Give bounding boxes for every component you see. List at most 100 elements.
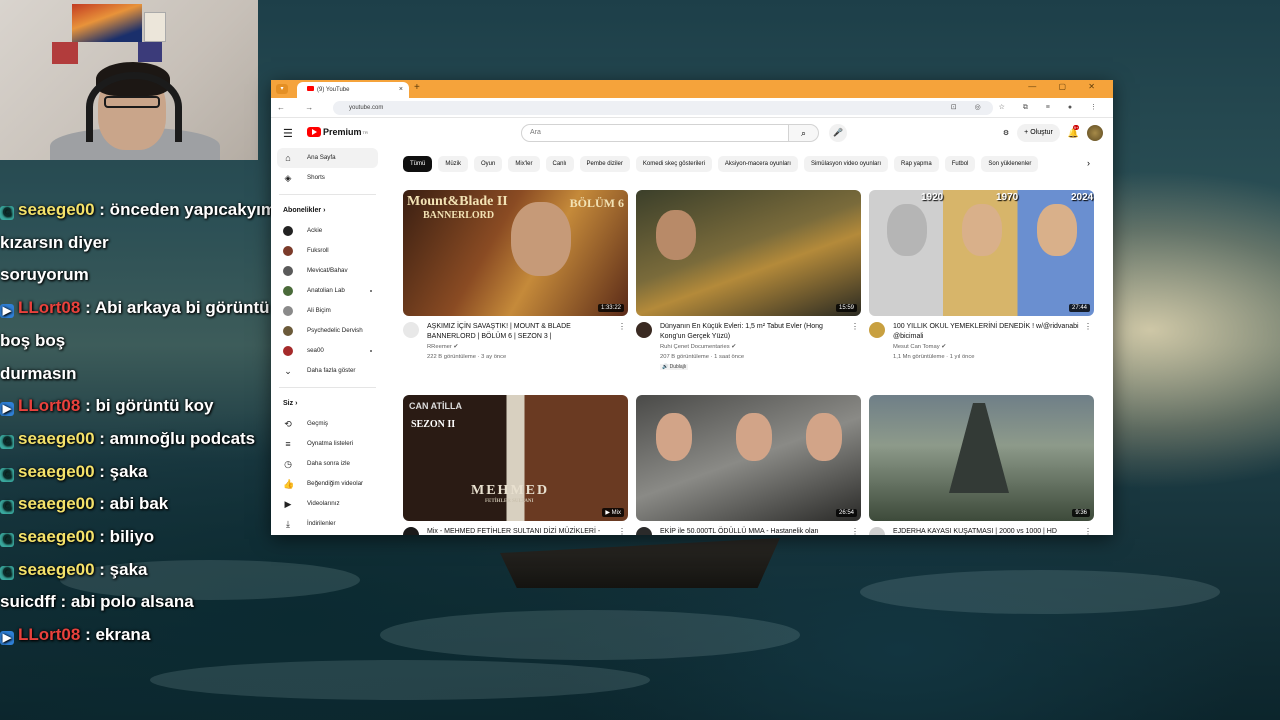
create-button[interactable]: + Oluştur [1017,124,1060,142]
video-meta: 100 YILLIK OKUL YEMEKLERİNİ DENEDİK ! w/… [869,322,1094,372]
window-controls[interactable]: — ▢ ✕ [1028,82,1105,91]
filter-chip[interactable]: Futbol [944,156,976,172]
video-card[interactable]: Mount&Blade II BANNERLORD BÖLÜM 6 1:33:22 AŞ… [403,190,628,372]
thumbnail-figure [962,204,1002,256]
sidebar-item-you[interactable]: ▶ Videolarınız [271,494,384,514]
youtube-logo[interactable]: Premium TR [307,127,368,137]
tab-youtube[interactable]: (9) YouTube × [297,82,409,98]
sidebar-item-subscription[interactable]: Anatolian Lab [271,281,384,301]
filter-chip[interactable]: Aksiyon-macera oyunları [717,156,798,172]
chat-username: seaege00 [18,494,95,514]
cast-icon[interactable]: ⚙ [1003,129,1009,137]
filter-chip[interactable]: Oyun [474,156,503,172]
video-stats: 207 B görüntüleme · 1 saat önce [660,354,745,360]
sidebar-item-subscription[interactable]: sea00 [271,341,384,361]
video-card[interactable]: 15:59 Dünyanın En Küçük Evleri: 1,5 m² Ta… [636,190,861,372]
video-thumbnail[interactable]: CAN ATİLLA SEZON II MEHMED FETİHLER SULTANI… [403,395,628,521]
video-thumbnail[interactable]: 1920 1970 2024 27:44 [869,190,1094,316]
video-thumbnail[interactable]: 9:36 [869,395,1094,521]
badge-icon: 𝐆 [0,434,14,449]
video-title[interactable]: Mix - MEHMED FETİHLER SULTANI DİZİ MÜZİK… [427,527,617,535]
filter-chip[interactable]: Mix'ler [508,156,540,172]
tab-search-button[interactable]: ▾ [276,84,288,94]
video-card[interactable]: 26:54 EKİP ile 50.000TL ÖDÜLLÜ MMA - Hast… [636,395,861,535]
divider [279,194,376,195]
wall-poster [52,42,78,64]
toolbar-icons[interactable]: ⊡ ◎ ☆ ⧉ ≡ ● ⋮ [951,103,1105,112]
channel-name[interactable]: RReemer ✔ [427,344,458,350]
channel-avatar [283,286,293,296]
url-input[interactable]: youtube.com [333,101,993,115]
search-input[interactable]: Ara [521,124,789,142]
tab-close-icon[interactable]: × [399,82,403,98]
video-stats: 1,1 Mn görüntüleme · 1 yıl önce [893,354,975,360]
chevron-right-icon[interactable]: › [1087,158,1090,168]
logo-text: Premium [323,127,362,137]
avatar[interactable] [1087,125,1103,141]
video-duration: 26:54 [835,509,857,517]
sidebar-item-label: Ana Sayfa [307,154,336,161]
more-options-icon[interactable]: ⋮ [851,527,859,535]
channel-avatar[interactable] [636,322,652,338]
more-options-icon[interactable]: ⋮ [618,527,626,535]
more-options-icon[interactable]: ⋮ [1084,527,1092,535]
channel-name[interactable]: Mesut Can Tomay ✔ [893,344,946,350]
video-title[interactable]: AŞKIMIZ İÇİN SAVAŞTIK! | MOUNT & BLADE B… [427,322,617,342]
sidebar-item-subscription[interactable]: Ackie [271,221,384,241]
video-thumbnail[interactable]: 26:54 [636,395,861,521]
live-dot-icon [370,290,372,292]
video-thumbnail[interactable]: 15:59 [636,190,861,316]
sidebar-item-you[interactable]: ◷ Daha sonra izle [271,454,384,474]
video-title[interactable]: Dünyanın En Küçük Evleri: 1,5 m² Tabut E… [660,322,850,342]
channel-avatar[interactable] [636,527,652,535]
notifications-icon[interactable]: 🔔 9+ [1068,124,1080,139]
sidebar-item-subscription[interactable]: Fuksroll [271,241,384,261]
filter-chip[interactable]: Canlı [545,156,574,172]
video-meta: AŞKIMIZ İÇİN SAVAŞTIK! | MOUNT & BLADE B… [403,322,628,372]
chat-message: suicdff : abi polo alsana [0,586,340,619]
mic-icon[interactable]: 🎤 [829,124,847,142]
filter-chip[interactable]: Komedi skeç gösterileri [635,156,712,172]
play-badge-icon: ▶ [0,631,14,646]
sidebar-item-label: Daha sonra izle [307,460,350,467]
sidebar-item-home[interactable]: ⌂ Ana Sayfa [277,148,378,168]
more-options-icon[interactable]: ⋮ [1084,322,1092,331]
channel-name[interactable]: Ruhi Çenet Documentaries ✔ [660,344,736,350]
video-title[interactable]: EKİP ile 50.000TL ÖDÜLLÜ MMA - Hastaneli… [660,527,850,535]
search-icon[interactable]: ⌕ [789,124,819,142]
video-card[interactable]: CAN ATİLLA SEZON II MEHMED FETİHLER SULTANI… [403,395,628,535]
you-heading[interactable]: Siz › [271,394,384,414]
filter-chip[interactable]: Son yüklenenler [981,156,1039,172]
sidebar-item-you[interactable]: ⤓ İndirilenler [271,514,384,534]
more-options-icon[interactable]: ⋮ [618,322,626,331]
sidebar-item-you[interactable]: 👍 Beğendiğim videolar [271,474,384,494]
sidebar-item-subscription[interactable]: Psychedelic Dervish [271,321,384,341]
chat-username: LLort08 [18,298,81,318]
filter-chip[interactable]: Müzik [438,156,469,172]
sidebar-item-subscription[interactable]: Mevicat/Bahav [271,261,384,281]
video-title[interactable]: 100 YILLIK OKUL YEMEKLERİNİ DENEDİK ! w/… [893,322,1083,342]
channel-avatar[interactable] [403,322,419,338]
menu-icon[interactable]: ☰ [283,127,293,140]
sidebar-item-subscription[interactable]: Ali Biçim [271,301,384,321]
video-title[interactable]: EJDERHA KAYASI KUŞATMASI | 2000 vs 1000 … [893,527,1083,535]
sidebar-item-shorts[interactable]: ◈ Shorts [271,168,384,188]
filter-chip[interactable]: Rap yapma [894,156,939,172]
show-more-button[interactable]: ⌄ Daha fazla göster [271,361,384,381]
filter-chip[interactable]: Simülasyon video oyunları [803,156,888,172]
new-tab-button[interactable]: + [414,82,420,93]
video-card[interactable]: 9:36 EJDERHA KAYASI KUŞATMASI | 2000 vs 1… [869,395,1094,535]
sidebar-item-you[interactable]: ⟲ Geçmiş [271,414,384,434]
filter-chip[interactable]: Tümü [403,156,433,172]
sidebar-item-you[interactable]: ≡ Oynatma listeleri [271,434,384,454]
filter-chip[interactable]: Pembe diziler [579,156,630,172]
more-options-icon[interactable]: ⋮ [851,322,859,331]
subscriptions-heading[interactable]: Abonelikler › [271,201,384,221]
video-card[interactable]: 1920 1970 2024 27:44 100 YILLIK OKUL YEMEKLE… [869,190,1094,372]
channel-avatar[interactable] [869,527,885,535]
channel-avatar[interactable] [403,527,419,535]
channel-avatar [283,246,293,256]
chat-username: seaege00 [18,527,95,547]
video-thumbnail[interactable]: Mount&Blade II BANNERLORD BÖLÜM 6 1:33:22 [403,190,628,316]
channel-avatar[interactable] [869,322,885,338]
